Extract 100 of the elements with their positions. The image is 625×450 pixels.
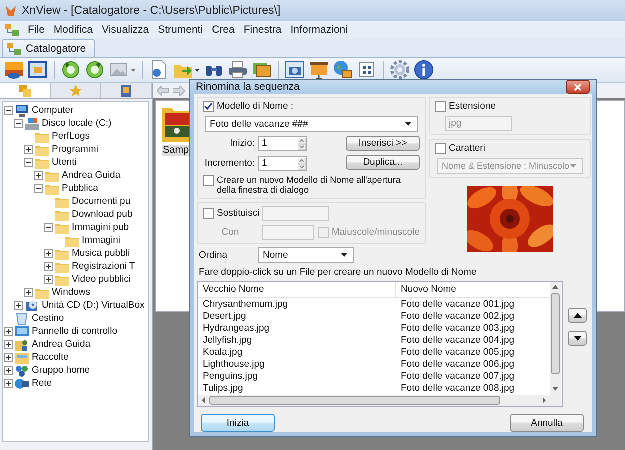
- tree-item[interactable]: Registrazioni T: [71, 261, 136, 272]
- fullscreen-icon[interactable]: [28, 60, 48, 80]
- tree-toggle[interactable]: [34, 171, 43, 180]
- horizontal-scrollbar[interactable]: [198, 395, 550, 406]
- close-button[interactable]: [566, 80, 590, 94]
- tree-item[interactable]: Andrea Guida: [31, 339, 91, 350]
- folder-icon: [55, 274, 69, 286]
- tree-item[interactable]: Pubblica: [61, 183, 98, 194]
- hint-text: Fare doppio-click su un File per creare un nuovo Modello di Nome: [198, 266, 478, 280]
- caret-icon[interactable]: [195, 68, 200, 72]
- name-pattern-dropdown[interactable]: Foto delle vacanze ###: [205, 116, 418, 132]
- checkbox[interactable]: [203, 101, 214, 112]
- tree-item[interactable]: Computer: [31, 105, 74, 116]
- tree-item[interactable]: Immagini pub: [71, 222, 130, 233]
- sort-dropdown[interactable]: Nome: [258, 247, 354, 263]
- menu-item[interactable]: Finestra: [244, 24, 282, 36]
- tree-toggle[interactable]: [4, 327, 13, 336]
- images-icon[interactable]: [252, 60, 272, 80]
- replace-text-field[interactable]: [262, 225, 314, 240]
- network-icon: [15, 378, 29, 390]
- table-cell-text: Penguins.jpg: [202, 371, 259, 382]
- tree-toggle[interactable]: [44, 275, 53, 284]
- settings-icon[interactable]: [390, 60, 410, 80]
- move-up-button[interactable]: [568, 308, 587, 323]
- menu-item[interactable]: File: [28, 24, 45, 36]
- tree-item[interactable]: Andrea Guida: [61, 170, 121, 181]
- tree-toggle[interactable]: [34, 184, 43, 193]
- vertical-scrollbar[interactable]: [550, 282, 561, 406]
- tree-item[interactable]: Programmi: [51, 144, 98, 155]
- tree-item[interactable]: PerfLogs: [51, 131, 90, 142]
- tree-toggle[interactable]: [44, 223, 53, 232]
- column-header[interactable]: Nuovo Nome: [396, 282, 546, 297]
- table-cell-text: Koala.jpg: [202, 346, 244, 358]
- table-cell-text: Desert.jpg: [202, 310, 248, 322]
- tree-item[interactable]: Download pub: [71, 209, 133, 220]
- tree-item[interactable]: Unità CD (D:) VirtualBox: [41, 300, 145, 311]
- folder-icon: [55, 196, 69, 208]
- user-folder-icon: [15, 338, 29, 350]
- tree-toggle[interactable]: [4, 366, 13, 375]
- tree-toggle[interactable]: [4, 353, 13, 362]
- tree-item[interactable]: Cestino: [31, 313, 64, 324]
- tree-toggle[interactable]: [14, 119, 23, 128]
- caret-icon: [570, 164, 577, 168]
- tree-toggle[interactable]: [44, 262, 53, 271]
- folder-icon: [55, 260, 69, 272]
- checkbox[interactable]: [203, 175, 214, 186]
- table-cell-text: Hydrangeas.jpg: [202, 322, 271, 334]
- printer-icon[interactable]: [228, 60, 248, 80]
- spin-arrows-icon[interactable]: [298, 158, 306, 170]
- menu-item[interactable]: Visualizza: [102, 24, 150, 36]
- tree-toggle[interactable]: [44, 249, 53, 258]
- tree-item[interactable]: Gruppo home: [31, 365, 90, 376]
- panel-tab[interactable]: [101, 83, 152, 98]
- app-menu-icon[interactable]: [5, 24, 19, 36]
- slideshow-icon[interactable]: [309, 60, 329, 80]
- table-cell-text: Foto delle vacanze 003.jpg: [400, 322, 516, 334]
- menu-item[interactable]: Crea: [212, 24, 235, 36]
- tree-item[interactable]: Raccolte: [31, 352, 69, 363]
- tree-item[interactable]: Utenti: [51, 157, 77, 168]
- folder-icon: [55, 248, 69, 260]
- catalog-icon: [7, 42, 21, 54]
- tree-toggle[interactable]: [24, 145, 33, 154]
- tree-item[interactable]: Disco locale (C:): [41, 118, 112, 129]
- tree-item[interactable]: Rete: [31, 378, 52, 389]
- move-down-button[interactable]: [568, 331, 587, 346]
- number-field[interactable]: 1: [258, 136, 307, 151]
- tree-toggle[interactable]: [14, 301, 23, 310]
- spin-arrows-icon[interactable]: [298, 138, 306, 150]
- table-cell-text: Foto delle vacanze 005.jpg: [400, 346, 516, 358]
- checkbox-label: Modello di Nome :: [217, 101, 294, 112]
- tree-toggle[interactable]: [24, 288, 33, 297]
- grid-icon[interactable]: [357, 60, 377, 80]
- close-icon: [574, 84, 582, 90]
- tree-toggle[interactable]: [4, 379, 13, 388]
- tree-item[interactable]: Musica pubbli: [71, 248, 130, 259]
- rotate-left-icon[interactable]: [61, 60, 81, 80]
- duplicate-button[interactable]: Duplica...: [346, 155, 420, 170]
- tree-item[interactable]: Video pubblici: [71, 274, 131, 285]
- menu-item[interactable]: Informazioni: [290, 24, 348, 36]
- tree-toggle[interactable]: [4, 340, 13, 349]
- number-field[interactable]: 1: [258, 156, 307, 171]
- tree-item[interactable]: Pannello di controllo: [31, 326, 118, 337]
- tree-item[interactable]: Documenti pu: [71, 196, 131, 207]
- tree-toggle[interactable]: [4, 106, 13, 115]
- column-header[interactable]: Vecchio Nome: [198, 282, 396, 297]
- cancel-button[interactable]: Annulla: [510, 414, 584, 432]
- camera-icon[interactable]: [285, 60, 305, 80]
- menu-item[interactable]: Modifica: [54, 24, 94, 36]
- menu-item[interactable]: Strumenti: [158, 24, 204, 36]
- tree-item[interactable]: Windows: [51, 287, 91, 298]
- info-icon[interactable]: [414, 60, 434, 80]
- image-icon[interactable]: [4, 60, 24, 80]
- tab[interactable]: Catalogatore: [2, 39, 96, 57]
- insert-button[interactable]: Inserisci >>: [346, 136, 420, 151]
- folder-icon: [45, 182, 59, 194]
- rotate-right-icon[interactable]: [85, 60, 105, 80]
- globe-icon[interactable]: [333, 60, 353, 80]
- tree-toggle[interactable]: [24, 158, 33, 167]
- tree-item[interactable]: Immagini: [81, 235, 121, 246]
- start-button[interactable]: Inizia: [201, 414, 275, 432]
